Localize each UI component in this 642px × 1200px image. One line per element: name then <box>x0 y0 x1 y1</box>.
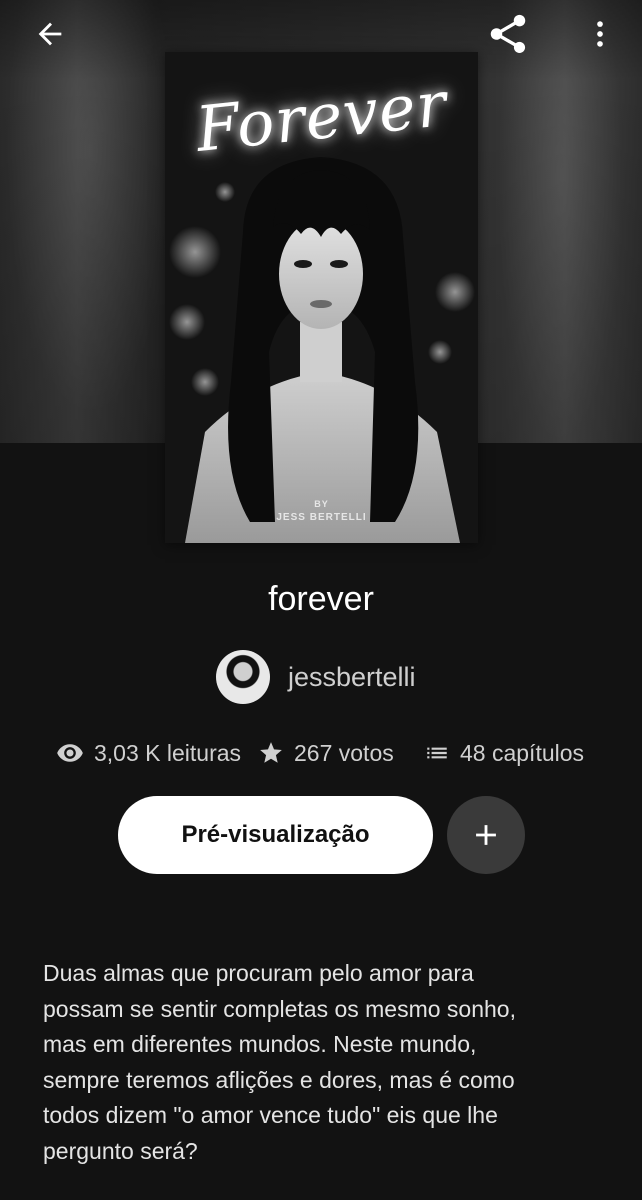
votes-count: 267 votos <box>294 739 394 766</box>
arrow-left-icon <box>38 22 62 46</box>
plus-icon <box>476 825 496 845</box>
story-title: forever <box>268 580 374 618</box>
cover-byline: BY <box>314 499 329 509</box>
chapters-stat[interactable]: 48 capítulos <box>424 735 584 771</box>
author-name[interactable]: jessbertelli <box>288 662 416 693</box>
story-description: Duas almas que procuram pelo amor para p… <box>43 960 516 1164</box>
author-avatar[interactable] <box>216 650 270 704</box>
reads-stat: 3,03 K leituras <box>56 735 241 771</box>
reads-count: 3,03 K leituras <box>94 739 242 766</box>
star-icon <box>260 742 282 763</box>
eye-icon <box>57 744 83 762</box>
preview-button[interactable]: Pré-visualização <box>118 796 433 874</box>
author-link[interactable]: jessbertelli <box>216 650 416 704</box>
votes-stat: 267 votos <box>258 735 394 771</box>
share-button[interactable] <box>484 10 532 58</box>
chapters-count: 48 capítulos <box>460 739 585 766</box>
list-icon <box>427 747 447 759</box>
add-to-library-button[interactable] <box>447 796 525 874</box>
more-vertical-icon <box>597 21 603 47</box>
back-button[interactable] <box>26 10 74 58</box>
more-options-button[interactable] <box>576 10 624 58</box>
share-icon <box>490 14 526 54</box>
cover-author: JESS BERTELLI <box>276 512 367 523</box>
book-cover[interactable]: Forever BY JESS BERTELLI <box>165 52 478 543</box>
